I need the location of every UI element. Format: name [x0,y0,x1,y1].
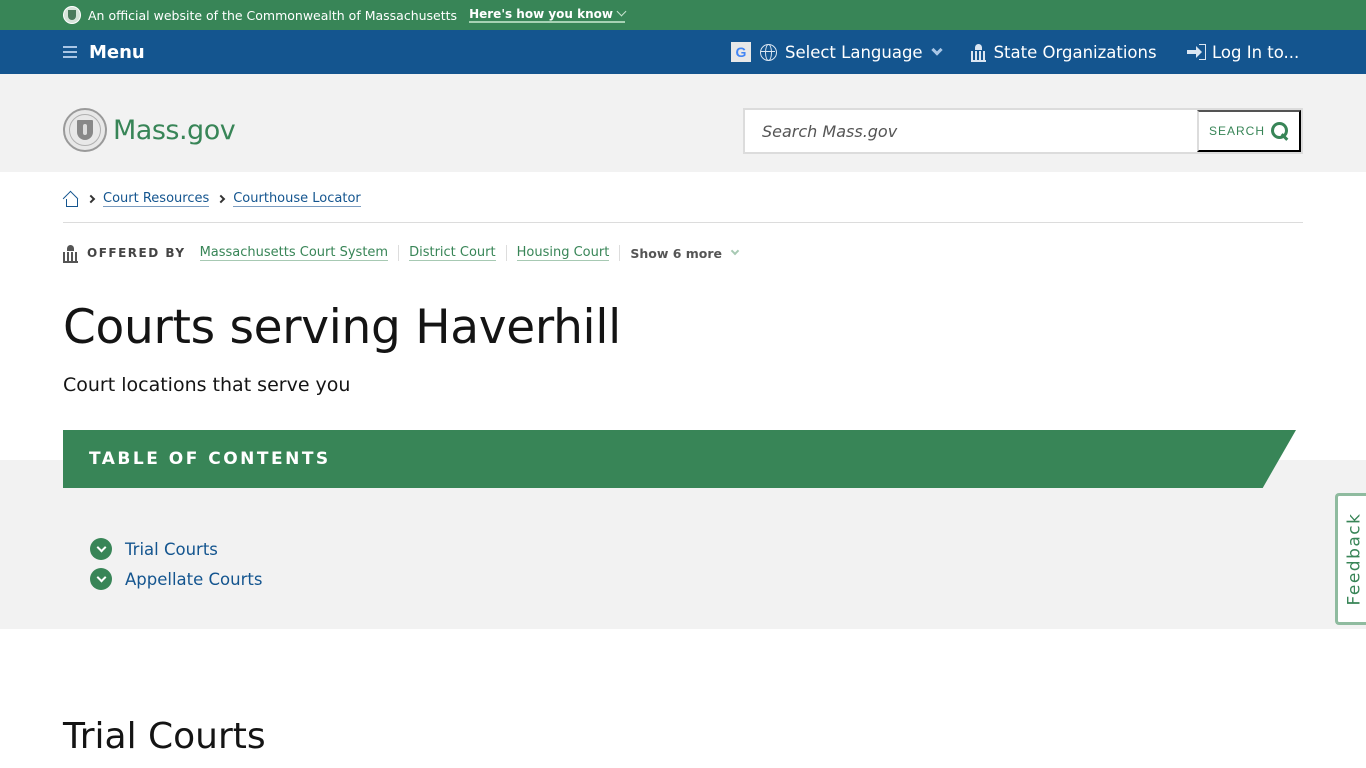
show-more-label: Show 6 more [630,245,723,261]
section-heading-trial-courts: Trial Courts [63,716,266,757]
state-organizations-label: State Organizations [993,42,1157,62]
google-translate-icon: G [731,42,751,62]
logo-text: Mass.gov [113,114,236,146]
select-language-label: Select Language [785,42,923,62]
hamburger-icon [63,46,77,58]
official-website-banner: An official website of the Commonwealth … [0,0,1366,30]
offered-by: OFFERED BY Massachusetts Court System Di… [63,245,740,263]
toc-link-trial-courts[interactable]: Trial Courts [125,540,218,559]
toc-item: Appellate Courts [90,564,262,594]
toc-list: Trial Courts Appellate Courts [90,534,262,594]
divider [63,222,1303,223]
offered-by-label: OFFERED BY [87,246,186,260]
nav-right-group: G Select Language State Organizations [731,42,1157,62]
table-of-contents-heading: TABLE OF CONTENTS [63,430,1296,488]
toc-link-appellate-courts[interactable]: Appellate Courts [125,570,262,589]
show-more-button[interactable]: Show 6 more [630,245,740,261]
chevron-right-icon [216,194,226,204]
toc-heading-text: TABLE OF CONTENTS [89,449,331,469]
official-banner-text: An official website of the Commonwealth … [88,7,458,23]
massachusetts-seal-icon [63,108,107,152]
page-title: Courts serving Haverhill [63,300,621,355]
capitol-building-icon [63,245,78,263]
state-organizations-button[interactable]: State Organizations [941,43,1157,62]
divider [398,245,400,261]
chevron-down-icon [730,246,740,256]
how-you-know-link[interactable]: Here's how you know [469,6,627,23]
breadcrumb: Court Resources Courthouse Locator [63,191,361,207]
home-icon[interactable] [63,192,79,207]
select-language-dropdown[interactable]: Select Language [760,42,943,62]
feedback-button[interactable]: Feedback [1335,493,1366,625]
breadcrumb-courthouse-locator[interactable]: Courthouse Locator [233,191,361,207]
feedback-label: Feedback [1344,512,1364,606]
org-link-massachusetts-court-system[interactable]: Massachusetts Court System [199,245,389,261]
mass-gov-logo[interactable]: Mass.gov [63,108,236,152]
search-button[interactable]: SEARCH [1197,110,1301,152]
chevron-down-icon [616,6,627,17]
search-button-label: SEARCH [1208,124,1265,138]
breadcrumb-court-resources[interactable]: Court Resources [103,191,210,207]
search-input[interactable] [745,110,1197,152]
utility-nav: Menu G Select Language State Organizatio… [0,30,1366,74]
login-icon [1187,44,1206,60]
globe-icon [760,43,777,61]
chevron-down-circle-icon [90,538,112,560]
chevron-right-icon [86,194,96,204]
divider [619,245,621,261]
site-header: Mass.gov SEARCH [0,74,1366,172]
menu-label: Menu [89,41,145,63]
state-seal-icon [63,6,81,24]
login-label: Log In to... [1212,42,1300,62]
menu-button[interactable]: Menu [63,42,145,63]
how-you-know-label: Here's how you know [469,7,614,21]
chevron-down-circle-icon [90,568,112,590]
page-subtitle: Court locations that serve you [63,374,351,396]
toc-item: Trial Courts [90,534,262,564]
org-link-housing-court[interactable]: Housing Court [516,245,610,261]
login-button[interactable]: Log In to... [1187,43,1299,62]
divider [505,245,507,261]
search-form: SEARCH [743,108,1303,154]
capitol-building-icon [970,44,986,62]
search-icon [1271,122,1289,140]
org-link-district-court[interactable]: District Court [409,245,496,261]
